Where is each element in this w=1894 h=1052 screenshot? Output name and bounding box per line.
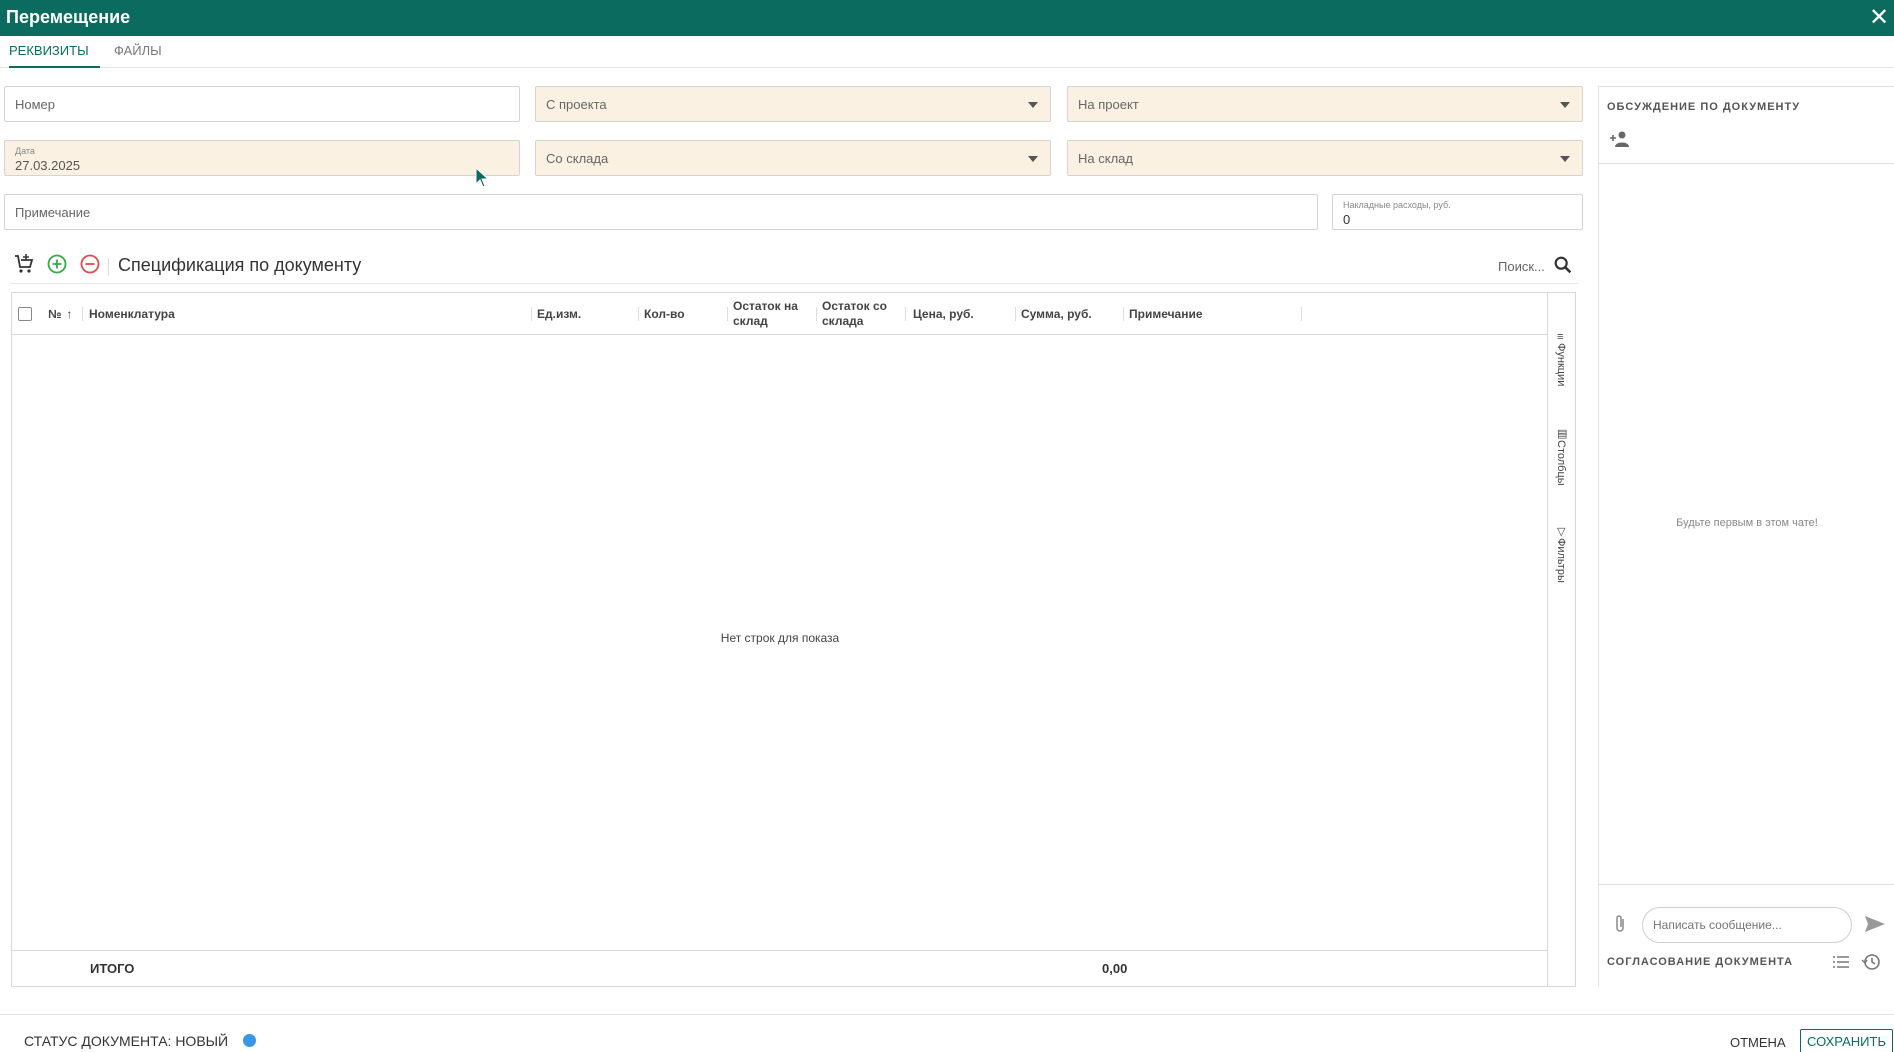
column-divider	[1123, 307, 1124, 321]
functions-panel-button[interactable]: ≡ Функции	[1552, 331, 1572, 391]
from-warehouse-placeholder: Со склада	[546, 151, 609, 166]
cart-add-icon[interactable]	[12, 252, 36, 276]
cancel-button[interactable]: ОТМЕНА	[1724, 1031, 1792, 1052]
menu-icon: ≡	[1557, 331, 1564, 343]
chevron-down-icon	[1028, 156, 1038, 162]
select-all-checkbox[interactable]	[18, 307, 32, 321]
columns-panel-button[interactable]: ▤ Столбцы	[1552, 427, 1572, 491]
close-icon[interactable]: ✕	[1864, 3, 1894, 33]
overhead-label: Накладные расходы, руб.	[1343, 200, 1451, 210]
column-header-stock-to[interactable]: Остаток на склад	[733, 293, 811, 335]
column-header-num[interactable]: № ↑	[48, 293, 72, 335]
column-divider	[531, 307, 532, 321]
empty-grid-message: Нет строк для показа	[720, 631, 840, 645]
spec-grid: № ↑ Номенклатура Ед.изм. Кол-во Остаток …	[11, 292, 1576, 987]
from-project-select[interactable]: С проекта	[535, 86, 1051, 122]
to-project-placeholder: На проект	[1078, 97, 1139, 112]
message-input[interactable]	[1642, 907, 1852, 943]
total-label: ИТОГО	[90, 961, 135, 976]
filters-panel-button[interactable]: ▽ Фильтры	[1552, 525, 1572, 588]
mouse-cursor-icon	[475, 167, 490, 188]
columns-icon: ▤	[1557, 428, 1568, 440]
title-bar: Перемещение ✕	[0, 0, 1894, 36]
column-header-qty[interactable]: Кол-во	[644, 293, 685, 335]
chevron-down-icon	[1028, 102, 1038, 108]
chevron-down-icon	[1560, 102, 1570, 108]
send-icon[interactable]	[1863, 913, 1887, 935]
column-header-unit[interactable]: Ед.изм.	[537, 293, 581, 335]
grid-side-panel: ≡ Функции ▤ Столбцы ▽ Фильтры	[1547, 293, 1575, 986]
spec-toolbar: Спецификация по документу Поиск...	[10, 250, 1578, 284]
tab-requisites[interactable]: РЕКВИЗИТЫ	[9, 36, 100, 68]
overhead-value: 0	[1343, 212, 1351, 227]
save-button[interactable]: СОХРАНИТЬ	[1800, 1029, 1893, 1052]
search-input[interactable]: Поиск...	[1498, 259, 1545, 274]
number-field[interactable]: Номер	[4, 86, 520, 122]
filters-label: Фильтры	[1555, 538, 1567, 583]
document-status: СТАТУС ДОКУМЕНТА: НОВЫЙ	[24, 1033, 229, 1049]
functions-label: Функции	[1555, 343, 1567, 387]
column-divider	[1015, 307, 1016, 321]
panel-divider	[1599, 163, 1894, 164]
filter-icon: ▽	[1557, 526, 1566, 538]
tab-bar: РЕКВИЗИТЫ ФАЙЛЫ	[0, 36, 1894, 68]
column-header-sum[interactable]: Сумма, руб.	[1021, 293, 1092, 335]
column-divider	[638, 307, 639, 321]
paperclip-icon[interactable]	[1611, 913, 1629, 935]
sort-arrow-up-icon: ↑	[66, 307, 73, 321]
tab-files[interactable]: ФАЙЛЫ	[114, 36, 162, 68]
bottom-bar: СТАТУС ДОКУМЕНТА: НОВЫЙ ОТМЕНА СОХРАНИТЬ	[0, 1014, 1894, 1052]
discussion-title: ОБСУЖДЕНИЕ ПО ДОКУМЕНТУ	[1607, 101, 1801, 113]
from-warehouse-select[interactable]: Со склада	[535, 140, 1051, 176]
column-header-note[interactable]: Примечание	[1129, 293, 1203, 335]
toolbar-divider	[108, 258, 109, 276]
chat-empty-message: Будьте первым в этом чате!	[1676, 517, 1818, 529]
column-divider	[727, 307, 728, 321]
overhead-field[interactable]: Накладные расходы, руб. 0	[1332, 194, 1583, 230]
column-divider	[816, 307, 817, 321]
chevron-down-icon	[1560, 156, 1570, 162]
discussion-panel: ОБСУЖДЕНИЕ ПО ДОКУМЕНТУ Будьте первым в …	[1598, 86, 1894, 986]
from-project-placeholder: С проекта	[546, 97, 607, 112]
approval-title: СОГЛАСОВАНИЕ ДОКУМЕНТА	[1607, 956, 1794, 968]
note-placeholder: Примечание	[15, 205, 91, 220]
column-num-label: №	[48, 307, 62, 321]
column-divider	[1301, 307, 1302, 321]
date-label: Дата	[15, 146, 35, 156]
grid-header: № ↑ Номенклатура Ед.изм. Кол-во Остаток …	[12, 293, 1548, 335]
column-header-price[interactable]: Цена, руб.	[913, 293, 974, 335]
to-warehouse-placeholder: На склад	[1078, 151, 1133, 166]
status-dot-icon	[243, 1034, 256, 1047]
column-divider	[82, 307, 83, 321]
columns-label: Столбцы	[1555, 440, 1567, 486]
add-participant-icon[interactable]	[1609, 129, 1633, 149]
column-divider	[905, 307, 906, 321]
total-sum-value: 0,00	[1102, 961, 1128, 976]
spec-title: Спецификация по документу	[118, 255, 362, 275]
grid-total-row: ИТОГО 0,00	[12, 950, 1548, 986]
list-icon[interactable]	[1831, 952, 1851, 972]
to-project-select[interactable]: На проект	[1067, 86, 1583, 122]
column-header-nomenclature[interactable]: Номенклатура	[89, 293, 175, 335]
panel-divider	[1599, 884, 1894, 885]
add-row-icon[interactable]	[45, 252, 69, 276]
date-field[interactable]: Дата 27.03.2025	[4, 140, 520, 176]
remove-row-icon[interactable]	[78, 252, 102, 276]
window-title: Перемещение	[6, 7, 131, 27]
search-icon[interactable]	[1552, 254, 1574, 276]
date-value: 27.03.2025	[15, 158, 81, 173]
to-warehouse-select[interactable]: На склад	[1067, 140, 1583, 176]
number-placeholder: Номер	[15, 97, 56, 112]
history-icon[interactable]	[1861, 952, 1881, 972]
column-header-stock-from[interactable]: Остаток со склада	[822, 293, 900, 335]
note-field[interactable]: Примечание	[4, 194, 1318, 230]
